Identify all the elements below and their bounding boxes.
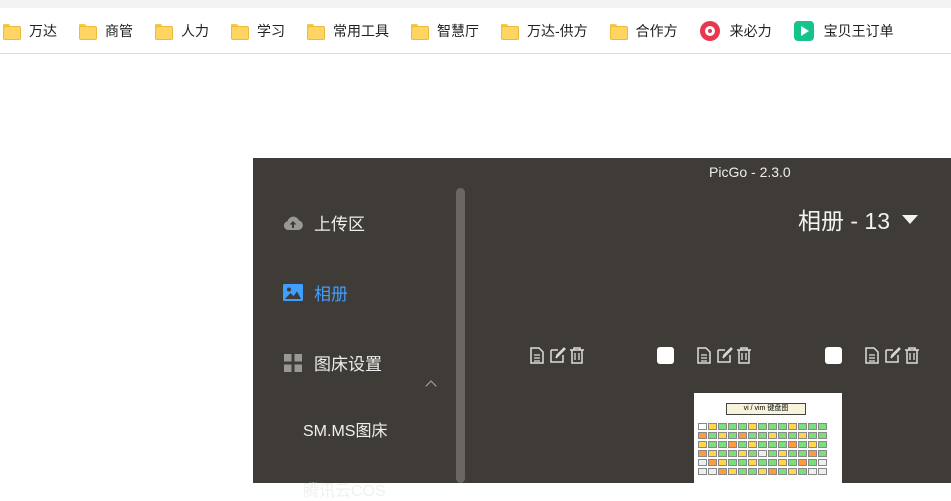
bookmark-partner[interactable]: 合作方: [609, 16, 688, 46]
play-icon: [793, 20, 814, 41]
bookmark-zhihuiting[interactable]: 智慧厅: [411, 16, 489, 46]
nav-tencent-cos[interactable]: 腾讯云COS: [303, 477, 386, 501]
image-icon: [283, 283, 303, 303]
folder-icon: [609, 23, 628, 40]
file-icon[interactable]: [863, 346, 881, 364]
grid-icon: [283, 353, 303, 373]
nav-upload[interactable]: 上传区: [283, 210, 365, 235]
bookmark-label: 合作方: [635, 22, 678, 39]
bookmark-orders[interactable]: 宝贝王订单: [793, 16, 904, 46]
bookmark-renli[interactable]: 人力: [155, 16, 219, 46]
browser-top-strip: [0, 0, 951, 8]
nav-gallery-label: 相册: [314, 285, 348, 304]
caret-down-icon: [902, 214, 918, 224]
bookmarks-bar: 万达 商管 人力 学习 常用工具 智慧厅 万达-供方 合作方 来必力 宝贝王订单: [0, 8, 951, 54]
bookmark-label: 智慧厅: [437, 22, 479, 39]
bookmark-label: 常用工具: [333, 22, 389, 39]
window-title: PicGo - 2.3.0: [709, 164, 791, 180]
folder-icon: [411, 23, 429, 40]
bookmark-wanda-supplier[interactable]: 万达-供方: [501, 16, 598, 46]
bookmark-label: 宝贝王订单: [823, 22, 894, 39]
folder-icon: [307, 23, 325, 40]
trash-icon[interactable]: [735, 346, 753, 364]
gallery-main: 相册 - 13 vi / vim 键盘图: [466, 186, 951, 483]
nav-settings-label: 图床设置: [314, 355, 382, 374]
edit-icon[interactable]: [715, 346, 733, 364]
edit-icon[interactable]: [548, 346, 566, 364]
bookmark-label: 万达: [29, 22, 57, 39]
folder-icon: [3, 23, 21, 40]
nav-upload-label: 上传区: [314, 215, 365, 234]
nav-smms[interactable]: SM.MS图床: [303, 417, 387, 441]
bookmark-label: 万达-供方: [527, 22, 588, 39]
bookmark-wanda[interactable]: 万达: [3, 16, 67, 46]
image-toolbar-1: [528, 346, 588, 364]
folder-icon: [155, 23, 173, 40]
image-thumbnail[interactable]: vi / vim 键盘图: [694, 393, 842, 483]
album-dropdown[interactable]: 相册 - 13: [798, 202, 918, 236]
select-checkbox[interactable]: [657, 346, 674, 364]
bookmark-shangguan[interactable]: 商管: [79, 16, 143, 46]
chevron-up-icon[interactable]: [425, 380, 437, 392]
bookmark-label: 学习: [257, 22, 285, 39]
image-toolbar-3: [825, 346, 923, 364]
livere-icon: [699, 20, 720, 41]
bookmark-label: 人力: [181, 22, 209, 39]
bookmark-tools[interactable]: 常用工具: [307, 16, 399, 46]
bookmark-label: 来必力: [729, 22, 772, 39]
thumbnail-caption: vi / vim 键盘图: [726, 403, 806, 415]
file-icon[interactable]: [528, 346, 546, 364]
sidebar: 上传区 相册 图床设置 SM.MS图床 腾讯云COS: [253, 186, 466, 500]
trash-icon[interactable]: [568, 346, 586, 364]
folder-icon: [79, 23, 97, 40]
nav-picbed-settings[interactable]: 图床设置: [283, 350, 382, 375]
cloud-upload-icon: [283, 213, 303, 233]
select-checkbox[interactable]: [825, 346, 842, 364]
image-toolbar-2: [657, 346, 755, 364]
edit-icon[interactable]: [883, 346, 901, 364]
sidebar-scrollbar[interactable]: [456, 188, 465, 483]
album-title: 相册 - 13: [797, 208, 890, 234]
bookmark-label: 商管: [105, 22, 133, 39]
bookmark-xuexi[interactable]: 学习: [231, 16, 295, 46]
file-icon[interactable]: [695, 346, 713, 364]
bookmark-livere[interactable]: 来必力: [699, 16, 782, 46]
window-titlebar: PicGo - 2.3.0: [253, 158, 951, 186]
trash-icon[interactable]: [903, 346, 921, 364]
keyboard-graphic: [698, 423, 838, 477]
picgo-window: PicGo - 2.3.0 上传区 相册 图床设置 SM.MS图床 腾讯云COS…: [253, 158, 951, 500]
nav-gallery[interactable]: 相册: [283, 280, 348, 305]
folder-icon: [231, 23, 249, 40]
folder-icon: [501, 23, 519, 40]
